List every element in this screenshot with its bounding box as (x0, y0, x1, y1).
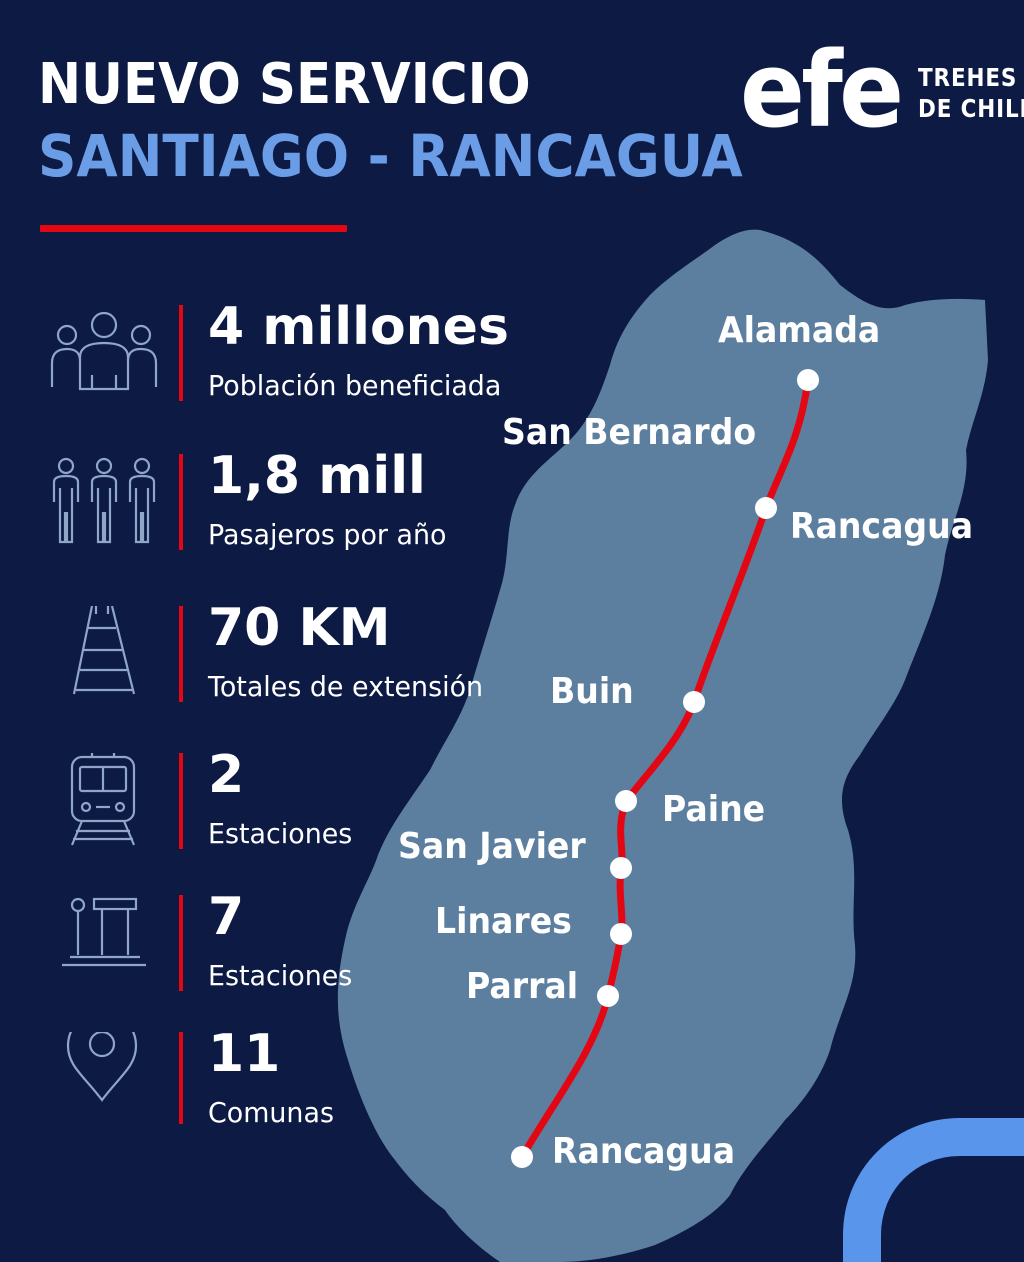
location-pin-icon (66, 1032, 138, 1102)
station-label-rancagua-north: Rancagua (790, 506, 974, 547)
station-marker[interactable] (615, 790, 637, 812)
stat-divider (179, 305, 183, 401)
station-marker[interactable] (683, 691, 705, 713)
route-subtitle: SANTIAGO - RANCAGUA (38, 122, 743, 190)
stat-label: Totales de extensión (208, 670, 484, 703)
station-label-san-bernardo: San Bernardo (502, 412, 757, 453)
station-marker[interactable] (597, 985, 619, 1007)
corner-arc-decoration (843, 1118, 1024, 1262)
stat-comunas: 11 Comunas (40, 1024, 560, 1132)
station-marker[interactable] (511, 1146, 533, 1168)
stat-divider (179, 895, 183, 991)
stat-label: Población beneficiada (208, 369, 502, 402)
station-label-buin: Buin (550, 671, 634, 712)
stat-label: Estaciones (208, 817, 353, 850)
station-icon (62, 897, 146, 967)
stat-passengers: 1,8 mill Pasajeros por año (40, 446, 560, 554)
infographic: NUEVO SERVICIO SANTIAGO - RANCAGUA efe T… (0, 0, 1024, 1262)
station-marker[interactable] (610, 923, 632, 945)
passengers-icon (52, 457, 156, 544)
stat-divider (179, 753, 183, 849)
station-marker[interactable] (755, 497, 777, 519)
stat-divider (179, 454, 183, 550)
title-underline (40, 225, 347, 232)
station-label-rancagua-south: Rancagua (552, 1131, 736, 1172)
stat-value: 7 (208, 887, 245, 947)
stat-value: 4 millones (208, 297, 509, 357)
stat-divider (179, 606, 183, 702)
stat-label: Estaciones (208, 959, 353, 992)
station-label-linares: Linares (435, 901, 572, 942)
stat-value: 11 (208, 1024, 281, 1084)
station-marker[interactable] (797, 369, 819, 391)
station-label-paine: Paine (662, 789, 766, 830)
railway-track-icon (72, 606, 136, 695)
stat-population: 4 millones Población beneficiada (40, 297, 560, 405)
station-label-parral: Parral (466, 966, 579, 1007)
stat-extension: 70 KM Totales de extensión (40, 598, 560, 706)
station-label-san-javier: San Javier (398, 826, 586, 867)
logo-wordmark: TREHES DE CHILE (918, 62, 1024, 124)
train-icon (70, 753, 136, 846)
page-title: NUEVO SERVICIO (38, 52, 531, 117)
logo-mark: efe (740, 29, 904, 151)
stat-value: 2 (208, 745, 245, 805)
efe-logo: efe TREHES DE CHILE (740, 30, 1024, 160)
stat-label: Comunas (208, 1096, 334, 1129)
stat-value: 70 KM (208, 598, 391, 658)
stat-label: Pasajeros por año (208, 518, 447, 551)
stat-divider (179, 1032, 183, 1124)
logo-line-2: DE CHILE (918, 94, 1024, 123)
station-label-alamada: Alamada (718, 310, 881, 351)
station-marker[interactable] (610, 857, 632, 879)
logo-line-1: TREHES (918, 63, 1018, 92)
population-icon (50, 311, 158, 391)
stat-value: 1,8 mill (208, 446, 426, 506)
